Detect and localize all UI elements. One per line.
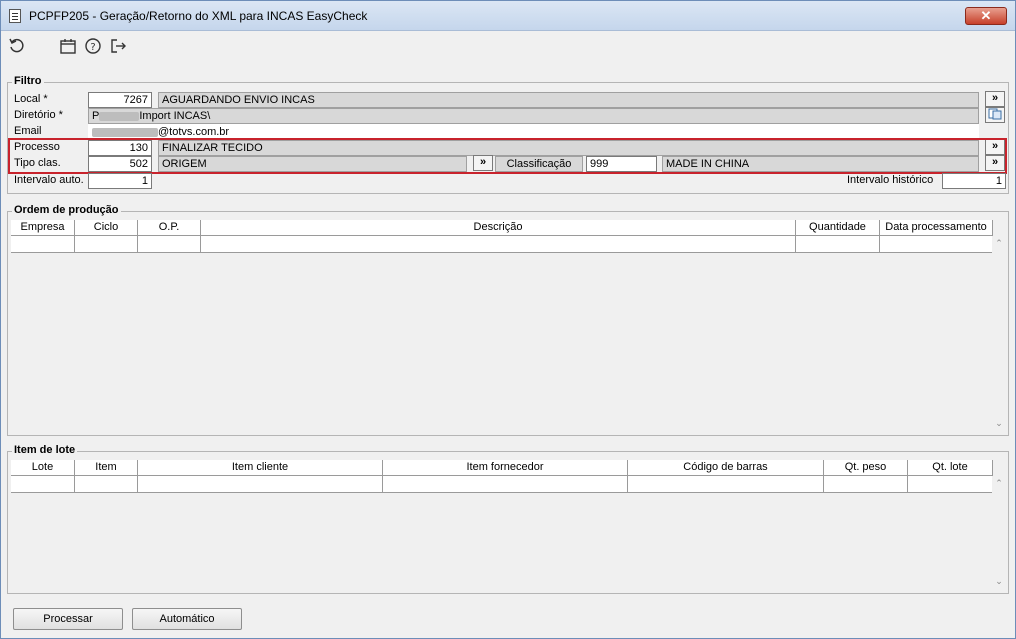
local-code-input[interactable]: 7267: [88, 92, 152, 108]
close-button[interactable]: ✕: [965, 7, 1007, 25]
column-header[interactable]: Item cliente: [138, 460, 383, 476]
local-label: Local *: [14, 93, 48, 105]
intervalo-historico-label: Intervalo histórico: [847, 174, 934, 186]
filtro-title: Filtro: [12, 75, 44, 87]
column-header[interactable]: Qt. peso: [824, 460, 908, 476]
local-desc-field: AGUARDANDO ENVIO INCAS: [158, 92, 979, 108]
column-header[interactable]: Quantidade: [796, 220, 880, 236]
column-header[interactable]: Descrição: [201, 220, 796, 236]
column-header[interactable]: Item: [75, 460, 138, 476]
title-bar: PCPFP205 - Geração/Retorno do XML para I…: [1, 1, 1015, 31]
folder-browse-button[interactable]: [985, 107, 1005, 123]
table-cell[interactable]: [880, 236, 993, 253]
column-header[interactable]: Lote: [11, 460, 75, 476]
table-cell[interactable]: [628, 476, 824, 493]
svg-text:?: ?: [90, 42, 95, 53]
diretorio-input[interactable]: P Import INCAS\: [88, 108, 979, 124]
diretorio-label: Diretório *: [14, 109, 63, 121]
processar-button[interactable]: Processar: [13, 608, 123, 630]
column-header[interactable]: Código de barras: [628, 460, 824, 476]
calendar-icon[interactable]: [58, 37, 78, 57]
scroll-down-icon[interactable]: ⌄: [994, 418, 1004, 428]
scroll-down-icon[interactable]: ⌄: [994, 576, 1004, 586]
scroll-up-icon[interactable]: ⌃: [994, 478, 1004, 488]
table-cell[interactable]: [796, 236, 880, 253]
main-window: PCPFP205 - Geração/Retorno do XML para I…: [0, 0, 1016, 639]
column-header[interactable]: Ciclo: [75, 220, 138, 236]
ordem-title: Ordem de produção: [12, 204, 121, 216]
table-cell[interactable]: [11, 476, 75, 493]
table-cell[interactable]: [11, 236, 75, 253]
lote-table: Lote Item Item cliente Item fornecedor C…: [11, 460, 1006, 588]
local-lookup-button[interactable]: »: [985, 91, 1005, 107]
column-header[interactable]: Item fornecedor: [383, 460, 628, 476]
folder-icon: [988, 108, 1002, 120]
vertical-scrollbar[interactable]: ⌃ ⌄: [992, 236, 1006, 430]
table-cell[interactable]: [138, 236, 201, 253]
ordem-table: Empresa Ciclo O.P. Descrição Quantidade …: [11, 220, 1006, 430]
scroll-up-icon[interactable]: ⌃: [994, 238, 1004, 248]
intervalo-auto-input[interactable]: 1: [88, 173, 152, 189]
refresh-icon[interactable]: [7, 37, 27, 57]
diretorio-prefix: P: [92, 110, 100, 122]
automatico-button[interactable]: Automático: [132, 608, 242, 630]
table-cell[interactable]: [824, 476, 908, 493]
table-cell[interactable]: [383, 476, 628, 493]
email-value: @totvs.com.br: [158, 126, 230, 138]
vertical-scrollbar[interactable]: ⌃ ⌄: [992, 476, 1006, 588]
table-cell[interactable]: [75, 236, 138, 253]
table-cell[interactable]: [908, 476, 993, 493]
column-header[interactable]: O.P.: [138, 220, 201, 236]
toolbar: ?: [1, 32, 1015, 62]
diretorio-value: Import INCAS\: [139, 110, 211, 122]
redacted-text: [99, 111, 140, 121]
redacted-text: [92, 127, 158, 137]
lote-title: Item de lote: [12, 444, 78, 456]
intervalo-auto-label: Intervalo auto.: [14, 174, 84, 186]
exit-icon[interactable]: [108, 37, 128, 57]
document-icon: [9, 9, 21, 23]
window-title: PCPFP205 - Geração/Retorno do XML para I…: [29, 9, 368, 23]
table-cell[interactable]: [201, 236, 796, 253]
intervalo-historico-input[interactable]: 1: [942, 173, 1006, 189]
column-header[interactable]: Empresa: [11, 220, 75, 236]
column-header[interactable]: Data processamento: [880, 220, 993, 236]
highlight-box: [8, 138, 1007, 174]
column-header[interactable]: Qt. lote: [908, 460, 993, 476]
help-icon[interactable]: ?: [83, 37, 103, 57]
table-cell[interactable]: [138, 476, 383, 493]
table-cell[interactable]: [75, 476, 138, 493]
email-label: Email: [14, 125, 42, 137]
